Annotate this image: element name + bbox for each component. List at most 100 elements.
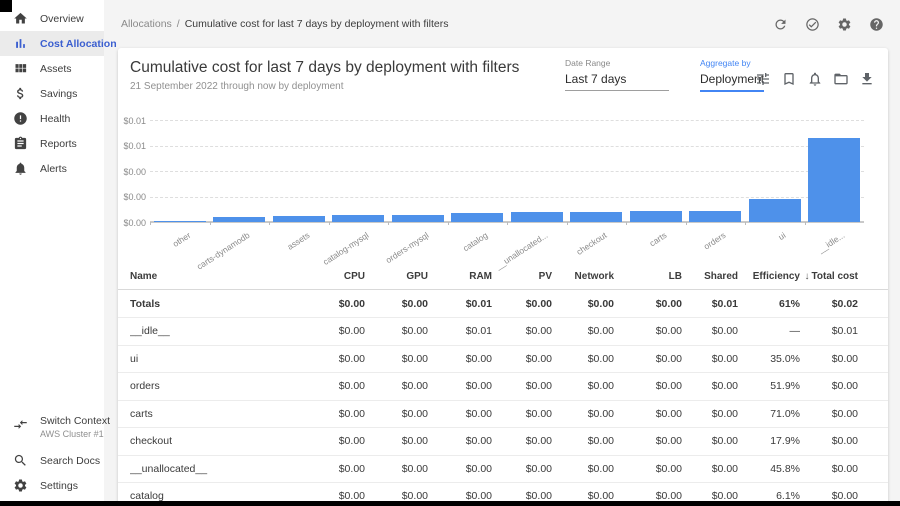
cell-name: __idle__ (130, 325, 303, 337)
cell-network: $0.00 (552, 408, 614, 420)
sidebar-item-assets[interactable]: Assets (0, 56, 104, 81)
cell-gpu: $0.00 (365, 325, 428, 337)
check-circle-icon[interactable] (805, 17, 820, 32)
bell-outline-icon[interactable] (807, 71, 823, 87)
column-header-ram[interactable]: RAM (428, 271, 492, 282)
bar-unallocated[interactable] (511, 212, 563, 222)
swap-icon (13, 417, 28, 432)
date-range-select[interactable]: Date Range Last 7 days (565, 58, 669, 91)
sidebar-item-search-docs[interactable]: Search Docs (0, 448, 104, 473)
table-row-totals[interactable]: Totals$0.00$0.00$0.01$0.00$0.00$0.00$0.0… (118, 290, 888, 318)
cell-gpu: $0.00 (365, 380, 428, 392)
report-card: Cumulative cost for last 7 days by deplo… (118, 48, 888, 506)
sidebar-item-savings[interactable]: Savings (0, 81, 104, 106)
x-axis-tick-label: orders (702, 230, 728, 252)
column-header-gpu[interactable]: GPU (365, 271, 428, 282)
sidebar-item-alerts[interactable]: Alerts (0, 156, 104, 181)
x-axis-tick-label: __idle... (816, 230, 846, 255)
bar-carts[interactable] (630, 211, 682, 222)
bookmark-icon[interactable] (781, 71, 797, 87)
cell-ram: $0.01 (428, 298, 492, 310)
cell-shared: $0.00 (682, 435, 738, 447)
screen-corner-artifact (0, 0, 12, 12)
breadcrumb-separator: / (177, 18, 180, 30)
chart-bar-slot (507, 212, 567, 222)
table-row-carts[interactable]: carts$0.00$0.00$0.00$0.00$0.00$0.00$0.00… (118, 401, 888, 429)
bar-ui[interactable] (749, 199, 801, 222)
chart-bar-slot (626, 211, 686, 222)
refresh-icon[interactable] (773, 17, 788, 32)
column-header-network[interactable]: Network (552, 271, 614, 282)
cell-lb: $0.00 (614, 298, 682, 310)
cell-gpu: $0.00 (365, 408, 428, 420)
chart-bar-slot (210, 217, 270, 222)
sidebar-item-cost-allocation[interactable]: Cost Allocation (0, 31, 104, 56)
download-icon[interactable] (859, 71, 875, 87)
breadcrumb-parent[interactable]: Allocations (121, 18, 172, 30)
cell-ram: $0.00 (428, 408, 492, 420)
cell-gpu: $0.00 (365, 353, 428, 365)
bar-catalog[interactable] (451, 213, 503, 222)
table-row-unallocated[interactable]: __unallocated__$0.00$0.00$0.00$0.00$0.00… (118, 456, 888, 484)
x-axis-tick-label: orders-mysql (384, 230, 431, 265)
cell-lb: $0.00 (614, 463, 682, 475)
allocation-table: NameCPUGPURAMPVNetworkLBSharedEfficiency… (118, 264, 888, 506)
bar-chart-icon (13, 36, 28, 51)
table-row-ui[interactable]: ui$0.00$0.00$0.00$0.00$0.00$0.00$0.0035.… (118, 346, 888, 374)
cell-name: orders (130, 380, 303, 392)
sidebar-item-overview[interactable]: Overview (0, 6, 104, 31)
sidebar-item-reports[interactable]: Reports (0, 131, 104, 156)
chart-bar-slot (269, 216, 329, 222)
bar-assets[interactable] (273, 216, 325, 222)
column-header-efficiency[interactable]: Efficiency (738, 271, 800, 282)
table-row-checkout[interactable]: checkout$0.00$0.00$0.00$0.00$0.00$0.00$0… (118, 428, 888, 456)
chart-plot-area (150, 120, 864, 222)
table-row-idle[interactable]: __idle__$0.00$0.00$0.01$0.00$0.00$0.00$0… (118, 318, 888, 346)
bar-carts-dynamodb[interactable] (213, 217, 265, 222)
folder-icon[interactable] (833, 71, 849, 87)
cell-lb: $0.00 (614, 435, 682, 447)
cell-pv: $0.00 (492, 435, 552, 447)
table-row-orders[interactable]: orders$0.00$0.00$0.00$0.00$0.00$0.00$0.0… (118, 373, 888, 401)
cell-name: Totals (130, 298, 303, 310)
column-header-lb[interactable]: LB (614, 271, 682, 282)
cell-shared: $0.00 (682, 463, 738, 475)
cell-gpu: $0.00 (365, 463, 428, 475)
column-header-pv[interactable]: PV (492, 271, 552, 282)
bar-catalog-mysql[interactable] (332, 215, 384, 222)
sidebar-nav: OverviewCost AllocationAssetsSavingsHeal… (0, 0, 104, 181)
help-icon[interactable] (869, 17, 884, 32)
column-header-cpu[interactable]: CPU (303, 271, 365, 282)
cell-shared: $0.00 (682, 408, 738, 420)
chart-bar-slot (567, 212, 627, 222)
cell-pv: $0.00 (492, 353, 552, 365)
cell-shared: $0.00 (682, 325, 738, 337)
bar-other[interactable] (154, 221, 206, 223)
tune-icon[interactable] (755, 71, 771, 87)
date-range-value[interactable]: Last 7 days (565, 72, 669, 91)
y-axis-tick-label: $0.01 (123, 141, 146, 151)
x-axis-tick (210, 222, 211, 225)
x-axis-tick (329, 222, 330, 225)
cell-efficiency: 35.0% (738, 353, 800, 365)
chart-bar-slot (388, 215, 448, 222)
cell-name: ui (130, 353, 303, 365)
cell-lb: $0.00 (614, 325, 682, 337)
bar-checkout[interactable] (570, 212, 622, 222)
x-axis-tick (150, 222, 151, 225)
bar-idle[interactable] (808, 138, 860, 222)
sidebar-item-settings[interactable]: Settings (0, 473, 104, 498)
sidebar-item-label: Search Docs (40, 455, 100, 467)
bar-orders[interactable] (689, 211, 741, 222)
column-header-name[interactable]: Name (130, 271, 303, 282)
cell-cpu: $0.00 (303, 463, 365, 475)
gear-icon[interactable] (837, 17, 852, 32)
column-header-total-cost[interactable]: ↓Total cost (800, 271, 858, 282)
bar-orders-mysql[interactable] (392, 215, 444, 222)
sidebar-item-label: Settings (40, 480, 78, 492)
cell-pv: $0.00 (492, 463, 552, 475)
column-header-shared[interactable]: Shared (682, 271, 738, 282)
cell-efficiency: 17.9% (738, 435, 800, 447)
sidebar-item-switch-context[interactable]: Switch ContextAWS Cluster #1 (0, 412, 104, 448)
sidebar-item-health[interactable]: Health (0, 106, 104, 131)
